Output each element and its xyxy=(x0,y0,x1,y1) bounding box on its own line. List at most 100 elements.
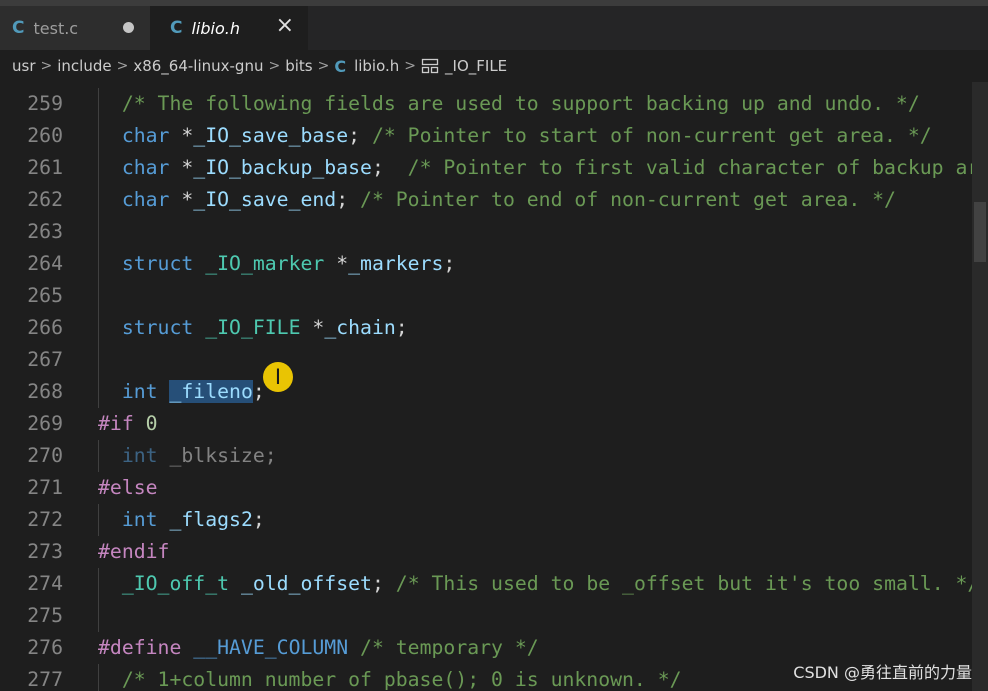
indent-guide xyxy=(98,312,99,344)
code-line[interactable]: 275 xyxy=(0,600,972,632)
chevron-right-icon: > xyxy=(404,58,417,74)
line-number: 264 xyxy=(27,252,63,275)
line-number: 273 xyxy=(27,540,63,563)
line-number: 265 xyxy=(27,284,63,307)
code-token: _IO_save_end xyxy=(193,188,337,211)
breadcrumb: usr > include > x86_64-linux-gnu > bits … xyxy=(0,50,988,82)
line-number: 262 xyxy=(27,188,63,211)
chevron-right-icon: > xyxy=(317,58,330,74)
tab-label: libio.h xyxy=(191,18,240,38)
indent-guide xyxy=(98,280,99,312)
code-line[interactable]: 267 xyxy=(0,344,972,376)
breadcrumb-item-arch[interactable]: x86_64-linux-gnu xyxy=(133,57,263,75)
code-token: _IO_save_base xyxy=(193,124,349,147)
line-number: 271 xyxy=(27,476,63,499)
selected-text: _fileno xyxy=(169,380,253,403)
indent-guide xyxy=(98,248,99,280)
indent-guide xyxy=(98,344,99,376)
breadcrumb-item-include[interactable]: include xyxy=(57,57,111,75)
code-token: /* Pointer to end of non-current get are… xyxy=(360,188,896,211)
code-token: * xyxy=(324,252,349,275)
code-text: /* 1+column number of pbase(); 0 is unkn… xyxy=(122,664,682,691)
tab-libio-h[interactable]: C libio.h × xyxy=(150,6,308,50)
breadcrumb-item-usr[interactable]: usr xyxy=(12,57,36,75)
code-token: ; xyxy=(252,508,265,531)
code-token: char xyxy=(121,124,170,147)
code-text: #define __HAVE_COLUMN /* temporary */ xyxy=(98,632,539,664)
indent-guide xyxy=(98,504,99,536)
code-editor[interactable]: 259 /* The following fields are used to s… xyxy=(0,82,972,691)
code-line[interactable]: 266 struct _IO_FILE *_chain; xyxy=(0,312,972,344)
indent-guide xyxy=(98,440,99,472)
watermark: CSDN @勇往直前的力量 xyxy=(793,663,972,682)
code-text: _IO_off_t _old_offset; /* This used to b… xyxy=(122,568,972,600)
code-line[interactable]: 263 xyxy=(0,216,972,248)
code-token: ; xyxy=(336,188,361,211)
line-number: 259 xyxy=(27,92,63,115)
code-line[interactable]: 265 xyxy=(0,280,972,312)
code-text: #else xyxy=(98,472,158,504)
code-token: ; xyxy=(371,572,396,595)
c-file-icon: C xyxy=(12,18,25,38)
indent-guide xyxy=(98,376,99,408)
chevron-right-icon: > xyxy=(40,58,53,74)
line-number: 272 xyxy=(27,508,63,531)
code-line[interactable]: 260 char *_IO_save_base; /* Pointer to st… xyxy=(0,120,972,152)
code-token: _IO_off_t xyxy=(121,572,230,595)
scrollbar-thumb[interactable] xyxy=(974,202,986,262)
indent-guide xyxy=(98,120,99,152)
code-token: /* This used to be _offset but it's too … xyxy=(395,572,972,595)
code-token: ; xyxy=(348,124,372,147)
code-line[interactable]: 268 int _fileno; xyxy=(0,376,972,408)
chevron-right-icon: > xyxy=(116,58,129,74)
indent-guide xyxy=(98,568,99,600)
code-line[interactable]: 262 char *_IO_save_end; /* Pointer to end… xyxy=(0,184,972,216)
tab-test-c[interactable]: C test.c xyxy=(0,6,150,50)
code-token: _flags2 xyxy=(169,508,253,531)
breadcrumb-item-bits[interactable]: bits xyxy=(285,57,312,75)
code-token: _chain xyxy=(324,316,396,339)
code-token: _IO_marker xyxy=(205,252,325,275)
code-token: _old_offset xyxy=(240,572,372,595)
code-line[interactable]: 274 _IO_off_t _old_offset; /* This used t… xyxy=(0,568,972,600)
code-token: char xyxy=(121,156,170,179)
code-line[interactable]: 272 int _flags2; xyxy=(0,504,972,536)
unsaved-dot-icon[interactable] xyxy=(123,22,134,33)
vertical-scrollbar[interactable] xyxy=(972,82,988,691)
code-text: /* The following fields are used to supp… xyxy=(122,88,920,120)
breadcrumb-item-symbol[interactable]: _IO_FILE xyxy=(445,57,507,75)
code-text: #endif xyxy=(98,536,169,568)
code-token: ; xyxy=(395,316,408,339)
code-line[interactable]: 273 #endif xyxy=(0,536,972,568)
code-token: int xyxy=(121,380,158,403)
indent-guide xyxy=(98,600,99,632)
code-line[interactable]: 271 #else xyxy=(0,472,972,504)
code-token: #if xyxy=(98,412,134,435)
code-line[interactable]: 261 char *_IO_backup_base; /* Pointer to … xyxy=(0,152,972,184)
close-icon[interactable]: × xyxy=(276,13,294,38)
code-token: char xyxy=(121,188,170,211)
code-line[interactable]: 259 /* The following fields are used to s… xyxy=(0,88,972,120)
code-text: struct _IO_FILE *_chain; xyxy=(122,312,408,344)
code-token: ; xyxy=(443,252,456,275)
c-file-icon: C xyxy=(334,56,347,76)
code-line[interactable]: 269 #if 0 xyxy=(0,408,972,440)
code-token: 0 xyxy=(145,412,158,435)
code-token: ; xyxy=(252,380,265,403)
line-number: 268 xyxy=(27,380,63,403)
code-text: int _fileno; xyxy=(122,376,265,408)
line-number: 275 xyxy=(27,604,63,627)
code-token: #define xyxy=(98,636,182,659)
code-line[interactable]: 264 struct _IO_marker *_markers; xyxy=(0,248,972,280)
breadcrumb-item-file[interactable]: libio.h xyxy=(354,57,399,75)
code-token: #endif xyxy=(98,540,170,563)
code-token: /* Pointer to first valid character of b… xyxy=(407,156,972,179)
chevron-right-icon: > xyxy=(268,58,281,74)
code-line[interactable]: 270 int _blksize; xyxy=(0,440,972,472)
